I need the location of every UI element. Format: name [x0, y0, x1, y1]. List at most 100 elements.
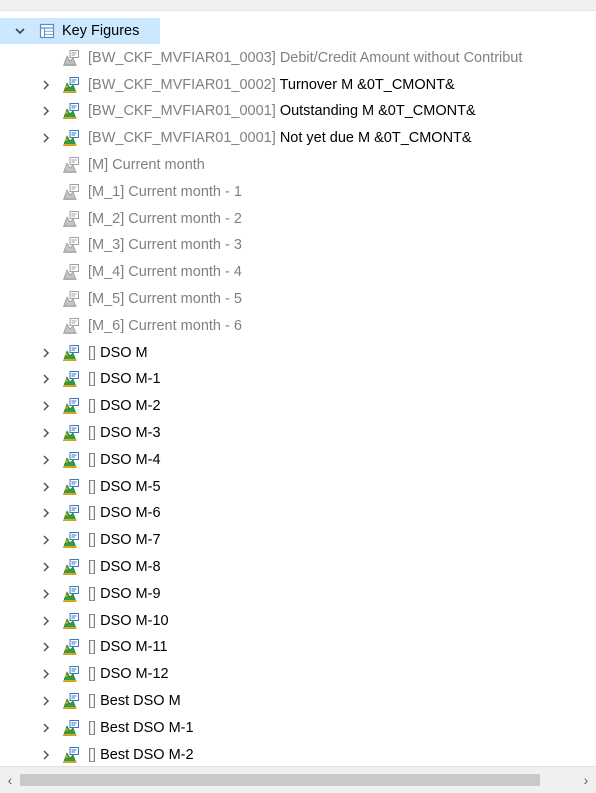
chevron-right-icon[interactable] [40, 688, 52, 714]
description: Current month - 5 [128, 291, 242, 307]
tree-node-label: [M_3] Current month - 3 [88, 232, 242, 258]
tree-node[interactable]: [M_1] Current month - 1 [0, 179, 596, 205]
description: Current month - 4 [128, 264, 242, 281]
tree-node[interactable]: [BW_CKF_MVFIAR01_0002] Turnover M &0T_CM… [0, 72, 596, 98]
tree-node[interactable]: [] DSO M-10 [0, 608, 596, 634]
chevron-right-icon[interactable] [40, 447, 52, 473]
technical-name: [M_1] [88, 183, 125, 200]
formula-key-figure-icon [62, 612, 80, 630]
tree-node-label: [] DSO M-5 [88, 474, 161, 500]
tree-node-label: [M_6] Current month - 6 [88, 313, 242, 339]
chevron-right-icon[interactable] [40, 474, 52, 500]
chevron-right-icon[interactable] [40, 527, 52, 553]
tree-node-label: [M_5] Current month - 5 [88, 286, 242, 312]
table-icon [38, 22, 56, 40]
formula-key-figure-icon [62, 692, 80, 710]
formula-key-figure-icon [62, 424, 80, 442]
top-toolbar-strip [0, 0, 596, 11]
chevron-right-icon[interactable] [40, 420, 52, 446]
formula-key-figure-icon [62, 531, 80, 549]
description: DSO M-7 [100, 532, 161, 549]
description: Debit/Credit Amount without Contribut [279, 49, 523, 66]
chevron-right-icon[interactable] [40, 393, 52, 419]
chevron-right-icon[interactable] [40, 554, 52, 580]
tree-node-label: [BW_CKF_MVFIAR01_0003] Debit/Credit Amou… [88, 45, 522, 71]
chevron-right-icon[interactable] [40, 634, 52, 660]
horizontal-scrollbar[interactable]: ‹ › [0, 766, 596, 793]
scrollbar-thumb[interactable] [20, 774, 540, 786]
technical-name: [] [88, 425, 97, 441]
formula-key-figure-icon [62, 478, 80, 496]
tree-node[interactable]: [BW_CKF_MVFIAR01_0001] Outstanding M &0T… [0, 98, 596, 124]
tree-node[interactable]: [M_3] Current month - 3 [0, 232, 596, 258]
tree-node[interactable]: [] DSO M-5 [0, 474, 596, 500]
technical-name: [] [88, 451, 97, 468]
formula-key-figure-icon [62, 129, 80, 147]
description: DSO M-12 [100, 666, 169, 683]
tree-node-label: [BW_CKF_MVFIAR01_0002] Turnover M &0T_CM… [88, 72, 455, 98]
tree-node[interactable]: [] DSO M-12 [0, 661, 596, 687]
tree-node[interactable]: [] DSO M-8 [0, 554, 596, 580]
technical-name: [] [88, 639, 97, 656]
chevron-right-icon[interactable] [40, 500, 52, 526]
tree-node[interactable]: [BW_CKF_MVFIAR01_0003] Debit/Credit Amou… [0, 45, 596, 71]
variable-key-figure-icon [62, 290, 80, 308]
chevron-down-icon[interactable] [14, 18, 26, 44]
description: DSO M-8 [100, 559, 161, 575]
chevron-right-icon[interactable] [40, 366, 52, 392]
tree-node[interactable]: [] DSO M-11 [0, 634, 596, 660]
tree-node[interactable]: [] DSO M-2 [0, 393, 596, 419]
tree-node[interactable]: [] DSO M-6 [0, 500, 596, 526]
tree-node[interactable]: [] DSO M-4 [0, 447, 596, 473]
chevron-right-icon[interactable] [40, 715, 52, 741]
chevron-right-icon[interactable] [40, 742, 52, 766]
tree-node[interactable]: [] Best DSO M [0, 688, 596, 714]
formula-key-figure-icon [62, 638, 80, 656]
description: Current month - 6 [128, 317, 242, 334]
tree-node[interactable]: [M_2] Current month - 2 [0, 206, 596, 232]
tree-node[interactable]: [M_6] Current month - 6 [0, 313, 596, 339]
description: DSO M-11 [100, 639, 168, 656]
tree-node[interactable]: [] DSO M-9 [0, 581, 596, 607]
chevron-right-icon[interactable] [40, 340, 52, 366]
tree-node[interactable]: [] Best DSO M-1 [0, 715, 596, 741]
tree-node[interactable]: [] DSO M [0, 340, 596, 366]
chevron-right-icon[interactable] [40, 125, 52, 151]
tree-node-label: [] DSO M-1 [88, 366, 161, 392]
chevron-right-icon[interactable] [40, 661, 52, 687]
technical-name: [M] [88, 157, 109, 173]
tree-node-label: [] DSO M-2 [88, 393, 161, 419]
tree-node[interactable]: [] Best DSO M-2 [0, 742, 596, 766]
tree-node[interactable]: [] DSO M-7 [0, 527, 596, 553]
tree-node-label: [M_2] Current month - 2 [88, 206, 242, 232]
tree-node[interactable]: [M_4] Current month - 4 [0, 259, 596, 285]
chevron-right-icon[interactable] [40, 581, 52, 607]
description: DSO M-1 [100, 371, 161, 388]
description: DSO M-5 [100, 478, 161, 495]
technical-name: [M_3] [88, 237, 125, 254]
formula-key-figure-icon [62, 344, 80, 362]
chevron-right-icon[interactable] [40, 72, 52, 98]
tree-node-key-figures[interactable]: Key Figures [0, 18, 160, 44]
tree-node[interactable]: [M_5] Current month - 5 [0, 286, 596, 312]
arrow-right-icon[interactable]: › [576, 767, 596, 793]
description: Current month - 1 [128, 183, 242, 200]
technical-name: [M_2] [88, 210, 125, 227]
tree-node[interactable]: [] DSO M-1 [0, 366, 596, 392]
technical-name: [] [88, 612, 97, 629]
chevron-right-icon[interactable] [40, 98, 52, 124]
tree-node-label: [] DSO M-3 [88, 420, 161, 446]
technical-name: [] [88, 344, 97, 361]
tree-node-label: [BW_CKF_MVFIAR01_0001] Outstanding M &0T… [88, 98, 476, 124]
variable-key-figure-icon [62, 156, 80, 174]
tree-node[interactable]: [] DSO M-3 [0, 420, 596, 446]
variable-key-figure-icon [62, 236, 80, 254]
tree-node[interactable]: [BW_CKF_MVFIAR01_0001] Not yet due M &0T… [0, 125, 596, 151]
description: Best DSO M-2 [100, 746, 194, 763]
description: Current month - 3 [128, 237, 242, 254]
arrow-left-icon[interactable]: ‹ [0, 767, 20, 793]
chevron-right-icon[interactable] [40, 608, 52, 634]
formula-key-figure-icon [62, 585, 80, 603]
description: Best DSO M [100, 693, 181, 709]
tree-node[interactable]: [M] Current month [0, 152, 596, 178]
